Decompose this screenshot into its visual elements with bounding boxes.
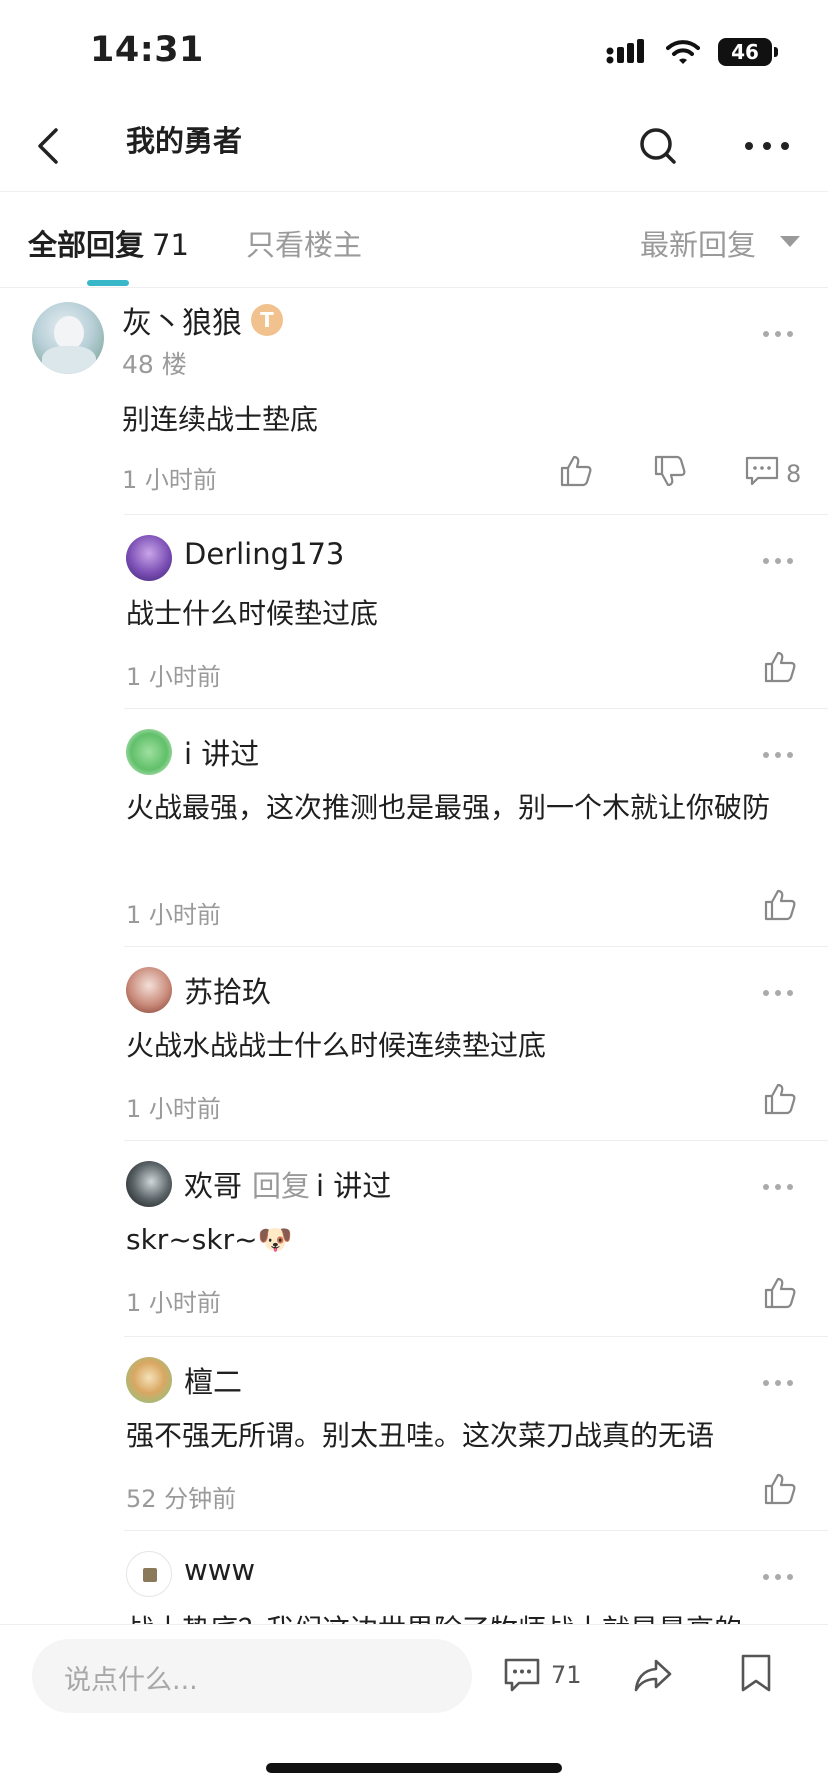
page-title: 我的勇者 <box>126 124 243 158</box>
reply-count: 8 <box>786 460 802 488</box>
reply-text: 火战最强，这次推测也是最强，别一个木就让你破防 <box>126 791 771 824</box>
avatar[interactable] <box>126 1161 172 1207</box>
level-badge: T <box>251 304 283 336</box>
comment-icon[interactable] <box>502 1655 542 1695</box>
bookmark-icon[interactable] <box>738 1653 774 1693</box>
status-time: 14:31 <box>90 30 204 70</box>
bottom-bar: 说点什么... 71 <box>0 1624 828 1792</box>
comment-time: 1 小时前 <box>122 466 217 494</box>
reply-more-icon[interactable] <box>760 1181 796 1193</box>
back-icon[interactable] <box>26 122 72 170</box>
tab-bar: 全部回复 71 只看楼主 最新回复 <box>0 192 828 288</box>
thumbs-up-icon[interactable] <box>762 887 798 923</box>
main-comment: 灰丶狼狼 T 48 楼 别连续战士垫底 1 小时前 8 <box>0 290 828 510</box>
thumbs-up-icon[interactable] <box>762 649 798 685</box>
tab-all-count: 71 <box>152 228 189 262</box>
reply-time: 52 分钟前 <box>126 1485 237 1513</box>
thumbs-up-icon[interactable] <box>558 453 594 489</box>
avatar[interactable] <box>126 1357 172 1403</box>
reply-item: 檀二 强不强无所谓。别太丑哇。这次菜刀战真的无语 52 分钟前 <box>124 1336 828 1530</box>
floor-number: 48 楼 <box>122 350 187 379</box>
search-icon[interactable] <box>634 122 682 170</box>
reply-item: 苏拾玖 火战水战战士什么时候连续垫过底 1 小时前 <box>124 946 828 1140</box>
reply-text: 强不强无所谓。别太丑哇。这次菜刀战真的无语 <box>126 1419 715 1452</box>
comment-more-icon[interactable] <box>760 328 796 340</box>
reply-time: 1 小时前 <box>126 663 221 691</box>
reply-username[interactable]: i 讲过 <box>184 731 259 773</box>
status-icons: 46 <box>606 38 778 66</box>
nav-bar: 我的勇者 <box>0 100 828 192</box>
wifi-icon <box>666 40 700 64</box>
share-icon[interactable] <box>632 1655 674 1695</box>
reply-item: Derling173 战士什么时候垫过底 1 小时前 <box>124 514 828 708</box>
reply-username[interactable]: 欢哥 <box>184 1169 242 1203</box>
reply-username[interactable]: Derling173 <box>184 537 344 571</box>
home-indicator <box>266 1763 562 1773</box>
reply-text: 火战水战战士什么时候连续垫过底 <box>126 1029 547 1062</box>
reply-username[interactable]: 苏拾玖 <box>184 969 271 1011</box>
reply-more-icon[interactable] <box>760 749 796 761</box>
comment-username[interactable]: 灰丶狼狼 <box>122 298 242 342</box>
thumbs-up-icon[interactable] <box>762 1081 798 1117</box>
reply-more-icon[interactable] <box>760 1377 796 1389</box>
chevron-down-icon[interactable] <box>780 236 800 247</box>
reply-more-icon[interactable] <box>760 555 796 567</box>
reply-time: 1 小时前 <box>126 1289 221 1317</box>
tab-all-replies[interactable]: 全部回复 71 <box>28 222 189 264</box>
reply-username[interactable]: www <box>184 1553 255 1587</box>
comment-input[interactable]: 说点什么... <box>32 1639 472 1713</box>
reply-item: 欢哥 回复 i 讲过 skr~skr~🐶 1 小时前 <box>124 1140 828 1336</box>
reply-time: 1 小时前 <box>126 901 221 929</box>
battery-level: 46 <box>731 40 759 64</box>
tab-all-label: 全部回复 <box>28 228 145 262</box>
reply-header: 欢哥 回复 i 讲过 <box>184 1163 391 1205</box>
status-bar: 14:31 46 <box>0 0 828 100</box>
tab-indicator <box>87 280 129 286</box>
reply-to-label: 回复 <box>252 1169 311 1203</box>
reply-more-icon[interactable] <box>760 987 796 999</box>
reply-text: 战士什么时候垫过底 <box>126 597 379 630</box>
reply-time: 1 小时前 <box>126 1095 221 1123</box>
avatar[interactable] <box>32 302 104 374</box>
reply-more-icon[interactable] <box>760 1571 796 1583</box>
signal-icon <box>606 39 644 64</box>
avatar[interactable] <box>126 729 172 775</box>
screen: 14:31 46 我的勇者 全部回复 71 只看楼主 最新回复 灰丶狼狼 T 4… <box>0 0 828 1792</box>
tab-owner-only[interactable]: 只看楼主 <box>246 222 362 264</box>
avatar[interactable] <box>126 535 172 581</box>
reply-icon[interactable] <box>744 454 780 488</box>
thumbs-down-icon[interactable] <box>652 453 688 489</box>
reply-to-username[interactable]: i 讲过 <box>316 1169 391 1203</box>
comment-text: 别连续战士垫底 <box>122 403 319 436</box>
reply-username[interactable]: 檀二 <box>184 1359 242 1401</box>
sort-dropdown[interactable]: 最新回复 <box>640 222 756 264</box>
reply-item: i 讲过 火战最强，这次推测也是最强，别一个木就让你破防 1 小时前 <box>124 708 828 946</box>
reply-text: skr~skr~🐶 <box>126 1223 293 1256</box>
thumbs-up-icon[interactable] <box>762 1275 798 1311</box>
more-icon[interactable] <box>740 122 794 170</box>
avatar[interactable] <box>126 967 172 1013</box>
comment-count: 71 <box>551 1661 582 1689</box>
battery-icon: 46 <box>718 38 778 66</box>
avatar[interactable] <box>126 1551 172 1597</box>
reply-item: www 战士垫底？我们这边世界除了牧师战士就是最高的 <box>124 1530 828 1646</box>
thumbs-up-icon[interactable] <box>762 1471 798 1507</box>
